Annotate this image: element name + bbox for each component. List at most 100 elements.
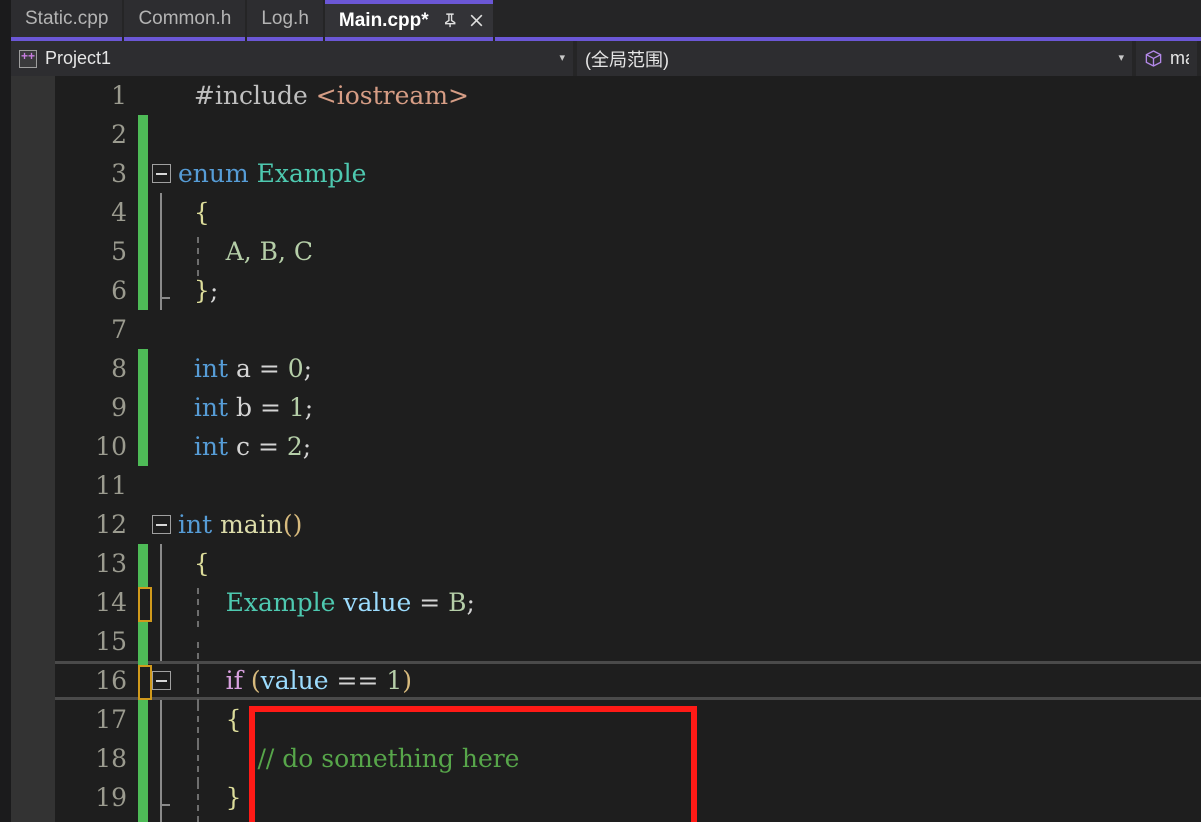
collapse-region-icon[interactable] — [152, 515, 171, 534]
code-line[interactable]: 18 // do something here — [55, 739, 1201, 783]
code-line-text[interactable]: { — [175, 549, 1201, 578]
editor-tab-2[interactable]: Log.h — [247, 0, 323, 41]
code-token: ; — [466, 588, 475, 617]
code-line-text[interactable]: }; — [175, 276, 1201, 305]
fold-gutter[interactable] — [149, 310, 175, 349]
code-token: int — [178, 510, 221, 539]
code-line[interactable]: 14 Example value = B; — [55, 583, 1201, 627]
code-line-text[interactable]: #include <iostream> — [175, 81, 1201, 110]
fold-region-line — [160, 817, 162, 822]
code-line[interactable]: 11 — [55, 466, 1201, 505]
line-number: 2 — [111, 120, 127, 149]
code-token: ; — [302, 432, 312, 461]
fold-gutter[interactable] — [149, 154, 175, 193]
fold-gutter[interactable] — [149, 466, 175, 505]
code-line[interactable]: 7 — [55, 310, 1201, 349]
code-token: () — [282, 510, 303, 539]
line-number: 6 — [111, 276, 127, 305]
editor-tab-3[interactable]: Main.cpp* — [324, 0, 493, 41]
fold-gutter[interactable] — [149, 778, 175, 817]
fold-gutter[interactable] — [149, 76, 175, 115]
editor-tab-1[interactable]: Common.h — [124, 0, 246, 41]
code-line[interactable]: 15 — [55, 622, 1201, 681]
collapse-region-icon[interactable] — [152, 164, 171, 183]
code-line-text[interactable]: A, B, C — [175, 237, 1201, 276]
code-line-text[interactable]: enum Example — [175, 159, 1201, 188]
code-line[interactable]: 13 { — [55, 544, 1201, 583]
code-token: Example — [256, 159, 367, 188]
line-number: 5 — [111, 237, 127, 266]
fold-gutter[interactable] — [149, 505, 175, 544]
collapse-region-icon[interactable] — [152, 671, 171, 690]
fold-region-line — [160, 622, 162, 661]
saved-change-marker — [137, 427, 149, 466]
fold-gutter[interactable] — [149, 817, 175, 822]
code-line-text[interactable]: int b = 1; — [175, 393, 1201, 422]
fold-gutter[interactable] — [149, 115, 175, 154]
fold-gutter[interactable] — [149, 661, 175, 700]
code-line[interactable]: 20 — [55, 817, 1201, 822]
chevron-down-icon[interactable]: ▾ — [547, 53, 565, 64]
code-line[interactable]: 19 } — [55, 778, 1201, 822]
code-line-text[interactable]: { — [175, 705, 1201, 744]
code-line-text[interactable]: int a = 0; — [175, 354, 1201, 383]
scope-dropdown-label: (全局范围) — [585, 49, 669, 70]
code-line-text[interactable]: // do something here — [175, 744, 1201, 783]
method-cube-icon — [1145, 50, 1162, 67]
saved-change-marker — [137, 817, 149, 822]
fold-gutter[interactable] — [149, 427, 175, 466]
code-token: 2 — [286, 432, 303, 461]
code-token: if — [178, 666, 251, 695]
code-line-text[interactable]: } — [175, 783, 1201, 822]
code-editor[interactable]: 1 #include <iostream> 2 3 enum Example 4 {5 … — [0, 76, 1201, 822]
unsaved-change-marker — [137, 661, 152, 700]
fold-gutter[interactable] — [149, 700, 175, 739]
code-line[interactable]: 9 int b = 1; — [55, 388, 1201, 427]
code-line[interactable]: 2 — [55, 115, 1201, 154]
fold-gutter[interactable] — [149, 544, 175, 583]
code-line[interactable]: 17 { — [55, 700, 1201, 744]
code-line[interactable]: 16 if (value == 1) — [55, 661, 1201, 705]
fold-gutter[interactable] — [149, 583, 175, 622]
fold-region-end — [160, 271, 170, 310]
code-line[interactable]: 3 enum Example — [55, 154, 1201, 193]
code-line[interactable]: 5 A, B, C — [55, 232, 1201, 276]
pin-icon[interactable] — [442, 12, 459, 29]
code-line[interactable]: 12 int main() — [55, 505, 1201, 544]
code-line-text[interactable]: { — [175, 198, 1201, 227]
fold-gutter[interactable] — [149, 232, 175, 271]
code-token: ; — [303, 354, 313, 383]
code-token: { — [178, 549, 210, 578]
code-line[interactable]: 4 { — [55, 193, 1201, 232]
line-number: 12 — [95, 510, 127, 539]
project-dropdown[interactable]: ++ Project1 ▾ — [11, 41, 573, 76]
chevron-down-icon[interactable]: ▾ — [1106, 53, 1124, 64]
fold-region-line — [160, 583, 162, 622]
editor-selection-margin[interactable] — [11, 76, 55, 822]
code-line-text[interactable]: int c = 2; — [175, 432, 1201, 461]
code-line[interactable]: 10 int c = 2; — [55, 427, 1201, 466]
code-line[interactable]: 6 }; — [55, 271, 1201, 310]
fold-gutter[interactable] — [149, 622, 175, 661]
fold-gutter[interactable] — [149, 349, 175, 388]
fold-gutter[interactable] — [149, 193, 175, 232]
code-token: { — [178, 705, 242, 734]
editor-tab-0[interactable]: Static.cpp — [11, 0, 123, 41]
fold-gutter[interactable] — [149, 271, 175, 310]
code-line[interactable]: 8 int a = 0; — [55, 349, 1201, 388]
code-line-text[interactable]: Example value = B; — [175, 588, 1201, 627]
code-line-text[interactable]: if (value == 1) — [175, 666, 1201, 705]
member-dropdown-label: mai — [1170, 48, 1189, 68]
editor-text-surface[interactable]: 1 #include <iostream> 2 3 enum Example 4 {5 … — [55, 76, 1201, 822]
code-lines-container[interactable]: 1 #include <iostream> 2 3 enum Example 4 {5 … — [55, 76, 1201, 822]
fold-gutter[interactable] — [149, 739, 175, 778]
close-icon[interactable] — [468, 12, 485, 29]
cpp-project-icon: ++ — [19, 49, 37, 68]
code-line-text[interactable]: int main() — [175, 510, 1201, 539]
fold-gutter[interactable] — [149, 388, 175, 427]
scope-dropdown[interactable]: (全局范围) ▾ — [577, 41, 1132, 76]
saved-change-marker — [137, 739, 149, 778]
code-token: } — [178, 783, 242, 812]
member-dropdown[interactable]: mai — [1136, 41, 1197, 76]
code-line[interactable]: 1 #include <iostream> — [55, 76, 1201, 115]
